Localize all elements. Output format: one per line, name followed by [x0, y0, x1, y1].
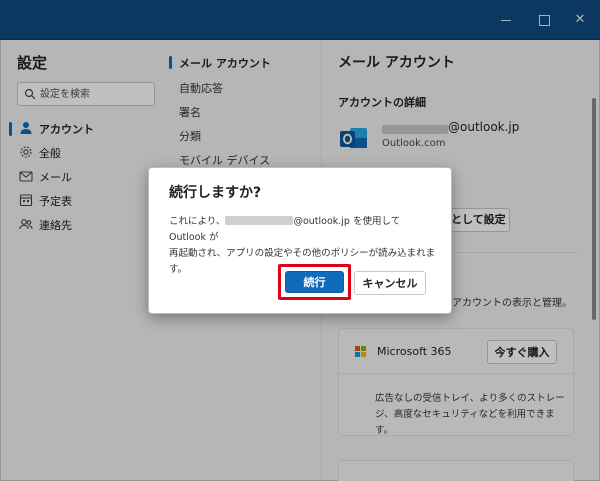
dialog-title: 続行しますか? — [169, 185, 262, 201]
continue-button[interactable]: 続行 — [285, 271, 344, 293]
cancel-button[interactable]: キャンセル — [354, 271, 426, 295]
confirm-dialog: 続行しますか? これにより、 @outlook.jp を使用して Outlook … — [148, 167, 452, 314]
email-redacted — [225, 216, 294, 225]
